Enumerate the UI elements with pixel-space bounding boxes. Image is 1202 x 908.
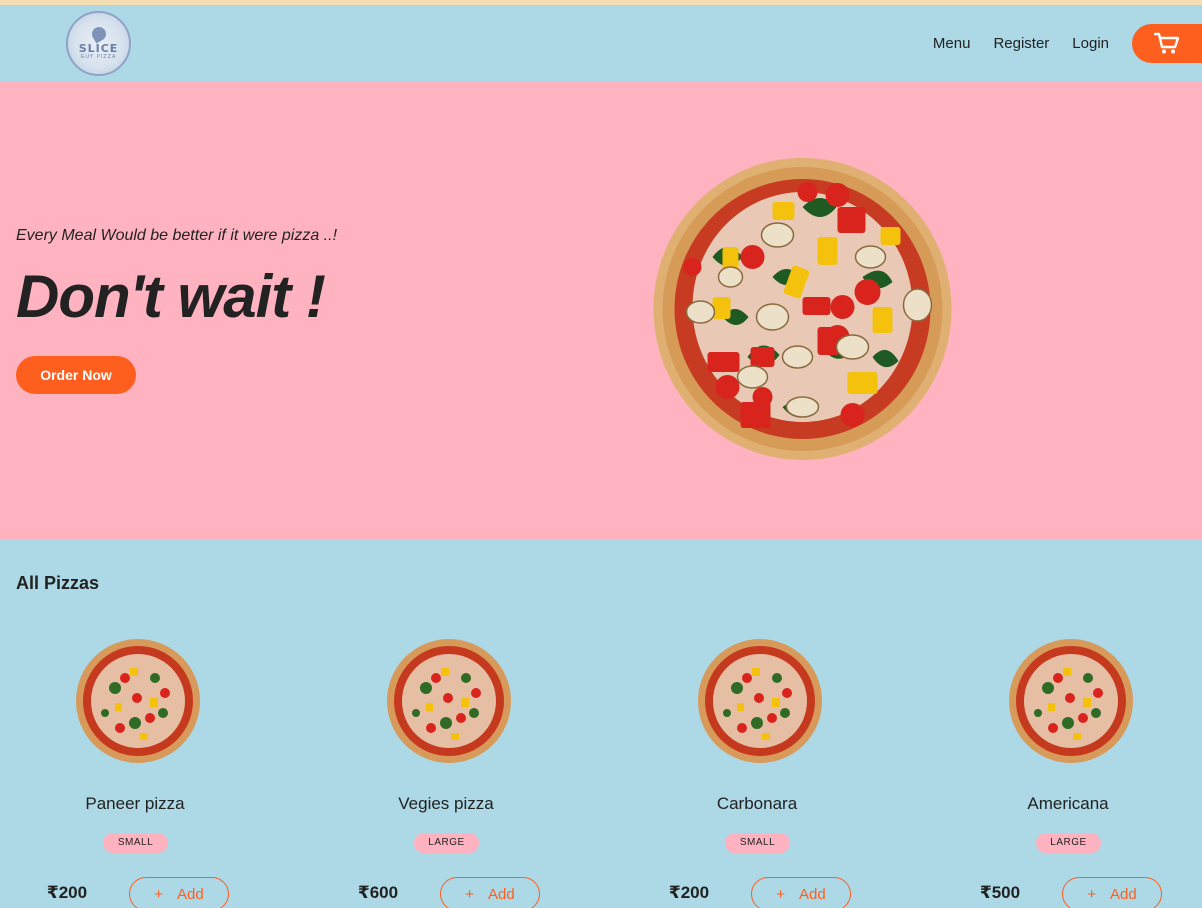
nav-link-register[interactable]: Register <box>993 35 1049 52</box>
size-badge: SMALL <box>725 833 790 853</box>
cart-icon <box>1154 32 1180 54</box>
brand-logo[interactable]: SLICE GUY PIZZA <box>66 11 131 76</box>
plus-icon: + <box>154 885 164 903</box>
pizza-name: Vegies pizza <box>398 794 494 813</box>
pizza-name: Carbonara <box>716 794 798 813</box>
add-button-label: Add <box>488 885 515 903</box>
nav-link-menu[interactable]: Menu <box>933 35 971 52</box>
pizza-name: Americana <box>1027 794 1109 813</box>
plus-icon: + <box>776 885 786 903</box>
nav-links: Menu Register Login <box>933 5 1202 81</box>
size-badge: SMALL <box>103 833 168 853</box>
pizza-name: Paneer pizza <box>85 794 185 813</box>
plus-icon: + <box>1087 885 1097 903</box>
pizza-price: ₹200 <box>46 883 88 902</box>
pizza-price: ₹200 <box>668 883 710 902</box>
hero-section: Every Meal Would be better if it were pi… <box>0 81 1202 539</box>
pizza-price: ₹600 <box>357 883 399 902</box>
logo-mark-icon <box>88 24 109 44</box>
logo-subtext: GUY PIZZA <box>80 54 117 60</box>
menu-title: All Pizzas <box>16 573 100 593</box>
add-button-label: Add <box>799 885 826 903</box>
pizza-card: Americana LARGE ₹500 + Add <box>948 638 1188 908</box>
menu-section: All Pizzas Paneer pizza SMALL ₹200 + Add… <box>0 539 1202 908</box>
pizza-image <box>76 639 200 763</box>
hero-title: Don't wait ! <box>16 263 326 330</box>
pizza-card: Vegies pizza LARGE ₹600 + Add <box>326 638 566 908</box>
plus-icon: + <box>465 885 475 903</box>
pizza-card: Paneer pizza SMALL ₹200 + Add <box>15 638 255 908</box>
pizza-image <box>698 639 822 763</box>
add-to-cart-button[interactable]: + Add <box>129 877 229 908</box>
size-badge: LARGE <box>1036 833 1101 853</box>
pizza-image <box>1009 639 1133 763</box>
nav-link-login[interactable]: Login <box>1072 35 1109 52</box>
hero-tagline: Every Meal Would be better if it were pi… <box>16 227 338 244</box>
add-button-label: Add <box>177 885 204 903</box>
hero-pizza-image <box>653 158 952 460</box>
add-button-label: Add <box>1110 885 1137 903</box>
navbar: SLICE GUY PIZZA Menu Register Login <box>0 5 1202 81</box>
pizza-image <box>387 639 511 763</box>
pizza-price: ₹500 <box>979 883 1021 902</box>
pizza-card: Carbonara SMALL ₹200 + Add <box>637 638 877 908</box>
size-badge: LARGE <box>414 833 479 853</box>
add-to-cart-button[interactable]: + Add <box>1062 877 1162 908</box>
order-now-button[interactable]: Order Now <box>16 356 136 394</box>
add-to-cart-button[interactable]: + Add <box>751 877 851 908</box>
logo-text: SLICE <box>78 42 119 55</box>
cart-button[interactable] <box>1132 23 1202 63</box>
add-to-cart-button[interactable]: + Add <box>440 877 540 908</box>
